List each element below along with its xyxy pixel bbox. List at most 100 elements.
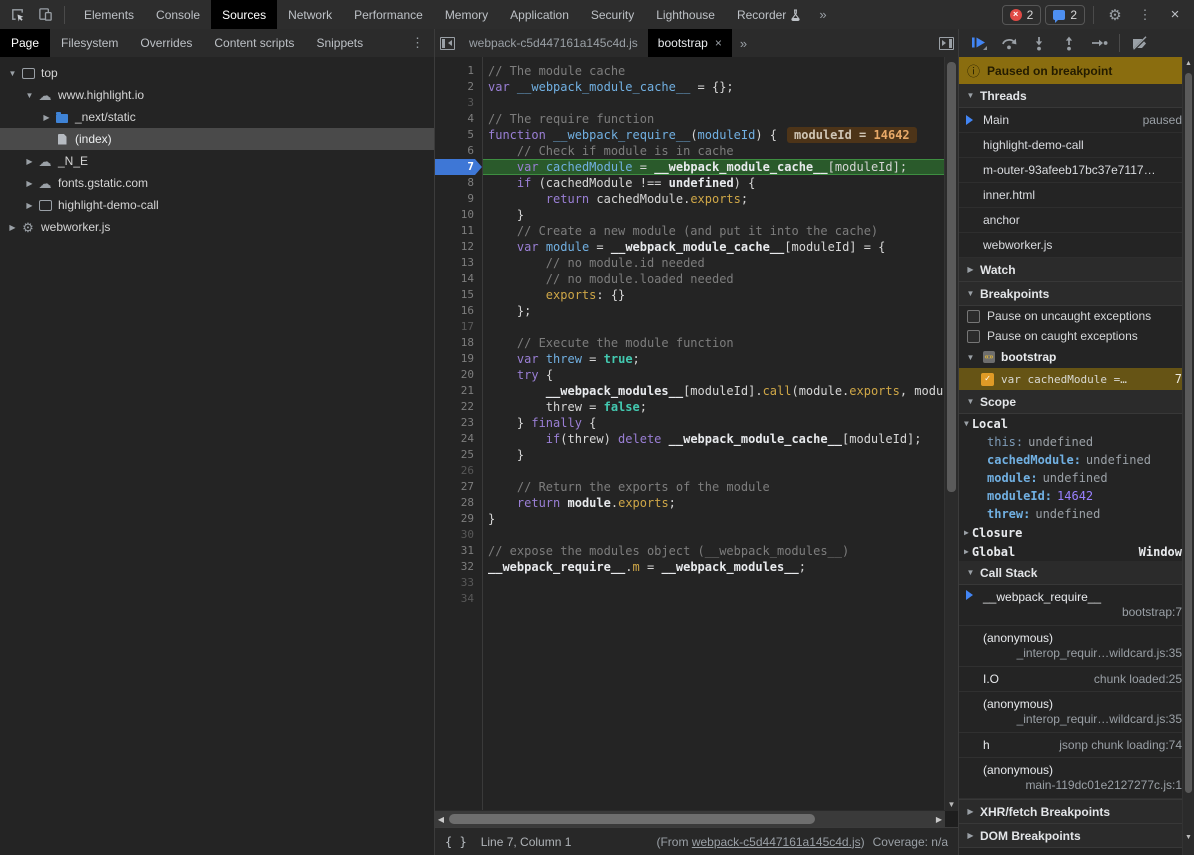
editor-gutter[interactable]: 1234567891011121314151617181920212223242… [435, 57, 483, 811]
line-number-20[interactable]: 20 [435, 367, 482, 383]
scroll-down-arrow-icon[interactable]: ▼ [1183, 834, 1194, 841]
line-number-5[interactable]: 5 [435, 127, 482, 143]
editor-vertical-scrollbar[interactable]: ▼ [944, 57, 958, 811]
line-number-25[interactable]: 25 [435, 447, 482, 463]
code-line-8[interactable]: if (cachedModule !== undefined) { [483, 175, 958, 191]
scope-closure-header[interactable]: ▶ Closure [959, 523, 1194, 542]
code-line-7[interactable]: var cachedModule = __webpack_module_cach… [483, 159, 958, 175]
kebab-menu-icon[interactable]: ⋮ [1132, 3, 1158, 27]
chevron-right-icon[interactable]: ▶ [6, 223, 19, 232]
thread-item-anchor[interactable]: anchor [959, 208, 1194, 233]
tree-item-www-highlight-io[interactable]: ▼☁www.highlight.io [0, 84, 434, 106]
expand-debugger-icon[interactable] [934, 29, 958, 57]
code-line-25[interactable]: } [483, 447, 958, 463]
deactivate-breakpoints-button[interactable] [1126, 31, 1154, 55]
resume-button[interactable] [965, 31, 993, 55]
more-editor-tabs-icon[interactable]: » [732, 29, 755, 57]
tab-security[interactable]: Security [580, 0, 645, 29]
error-count-badge[interactable]: × 2 [1002, 5, 1042, 25]
line-number-30[interactable]: 30 [435, 527, 482, 543]
close-tab-icon[interactable]: × [715, 36, 722, 50]
tree-item-highlight-demo-call[interactable]: ▶highlight-demo-call [0, 194, 434, 216]
code-line-6[interactable]: // Check if module is in cache [483, 143, 958, 159]
dom-breakpoints-section-header[interactable]: ▶ DOM Breakpoints [959, 824, 1194, 848]
checkbox-unchecked[interactable] [967, 330, 980, 343]
navigator-tab-content-scripts[interactable]: Content scripts [203, 29, 305, 57]
stack-frame-0[interactable]: __webpack_require__bootstrap:7 [959, 585, 1194, 626]
code-line-24[interactable]: if(threw) delete __webpack_module_cache_… [483, 431, 958, 447]
line-number-12[interactable]: 12 [435, 239, 482, 255]
tab-memory[interactable]: Memory [434, 0, 499, 29]
code-line-18[interactable]: // Execute the module function [483, 335, 958, 351]
code-line-27[interactable]: // Return the exports of the module [483, 479, 958, 495]
scope-variable-this[interactable]: this:undefined [959, 433, 1194, 451]
scope-section-header[interactable]: ▼ Scope [959, 390, 1194, 414]
line-number-15[interactable]: 15 [435, 287, 482, 303]
tab-application[interactable]: Application [499, 0, 580, 29]
line-number-19[interactable]: 19 [435, 351, 482, 367]
chevron-down-icon[interactable]: ▼ [23, 91, 36, 100]
scope-local-header[interactable]: ▼ Local [959, 414, 1194, 433]
line-number-3[interactable]: 3 [435, 95, 482, 111]
vertical-scroll-thumb[interactable] [947, 62, 956, 492]
editor-code[interactable]: // The module cachevar __webpack_module_… [483, 57, 958, 811]
code-line-26[interactable] [483, 463, 958, 479]
code-line-20[interactable]: try { [483, 367, 958, 383]
tree-item-webworker-js[interactable]: ▶⚙webworker.js [0, 216, 434, 238]
code-line-28[interactable]: return module.exports; [483, 495, 958, 511]
thread-item-highlight-demo-call[interactable]: highlight-demo-call [959, 133, 1194, 158]
line-number-9[interactable]: 9 [435, 191, 482, 207]
tab-recorder[interactable]: Recorder [726, 0, 811, 29]
line-number-24[interactable]: 24 [435, 431, 482, 447]
thread-item-main[interactable]: Mainpaused [959, 108, 1194, 133]
code-line-10[interactable]: } [483, 207, 958, 223]
panel-scrollbar[interactable]: ▲ ▼ [1182, 57, 1194, 855]
editor-horizontal-scrollbar[interactable]: ◀ ▶ [435, 810, 945, 827]
stack-frame-5[interactable]: (anonymous)main-119dc01e2127277c.js:1 [959, 758, 1194, 799]
code-line-29[interactable]: } [483, 511, 958, 527]
navigator-tab-filesystem[interactable]: Filesystem [50, 29, 129, 57]
code-line-11[interactable]: // Create a new module (and put it into … [483, 223, 958, 239]
scope-variable-cachedModule[interactable]: cachedModule:undefined [959, 451, 1194, 469]
close-devtools-icon[interactable]: × [1162, 3, 1188, 27]
thread-item-inner-html[interactable]: inner.html [959, 183, 1194, 208]
line-number-32[interactable]: 32 [435, 559, 482, 575]
line-number-1[interactable]: 1 [435, 63, 482, 79]
stack-frame-2[interactable]: I.Ochunk loaded:25 [959, 667, 1194, 692]
code-line-30[interactable] [483, 527, 958, 543]
code-line-9[interactable]: return cachedModule.exports; [483, 191, 958, 207]
stack-frame-3[interactable]: (anonymous)_interop_requir…wildcard.js:3… [959, 692, 1194, 733]
tree-item--n-e[interactable]: ▶☁_N_E [0, 150, 434, 172]
code-line-14[interactable]: // no module.loaded needed [483, 271, 958, 287]
scope-variable-module[interactable]: module:undefined [959, 469, 1194, 487]
code-line-5[interactable]: function __webpack_require__(moduleId) {… [483, 127, 958, 143]
chevron-right-icon[interactable]: ▶ [40, 113, 53, 122]
line-number-14[interactable]: 14 [435, 271, 482, 287]
scope-global-header[interactable]: ▶ Global Window [959, 542, 1194, 561]
code-line-31[interactable]: // expose the modules object (__webpack_… [483, 543, 958, 559]
tab-performance[interactable]: Performance [343, 0, 434, 29]
step-button[interactable] [1085, 31, 1113, 55]
stack-frame-1[interactable]: (anonymous)_interop_requir…wildcard.js:3… [959, 626, 1194, 667]
thread-item-webworker-js[interactable]: webworker.js [959, 233, 1194, 258]
line-number-21[interactable]: 21 [435, 383, 482, 399]
code-line-3[interactable] [483, 95, 958, 111]
tab-elements[interactable]: Elements [73, 0, 145, 29]
line-number-6[interactable]: 6 [435, 143, 482, 159]
line-number-10[interactable]: 10 [435, 207, 482, 223]
breakpoint-checkbox[interactable]: ✓ [981, 373, 994, 386]
code-line-13[interactable]: // no module.id needed [483, 255, 958, 271]
step-out-button[interactable] [1055, 31, 1083, 55]
watch-section-header[interactable]: ▶ Watch [959, 258, 1194, 282]
line-number-2[interactable]: 2 [435, 79, 482, 95]
editor-tab-webpack-c5d447161a145c4d-js[interactable]: webpack-c5d447161a145c4d.js [459, 29, 648, 57]
scope-variable-moduleId[interactable]: moduleId:14642 [959, 487, 1194, 505]
line-number-34[interactable]: 34 [435, 591, 482, 607]
panel-scroll-thumb[interactable] [1185, 73, 1192, 793]
line-number-29[interactable]: 29 [435, 511, 482, 527]
editor-tab-bootstrap[interactable]: bootstrap× [648, 29, 732, 57]
tab-network[interactable]: Network [277, 0, 343, 29]
pretty-print-icon[interactable]: { } [445, 835, 467, 849]
step-over-button[interactable] [995, 31, 1023, 55]
xhr-breakpoints-section-header[interactable]: ▶ XHR/fetch Breakpoints [959, 799, 1194, 824]
